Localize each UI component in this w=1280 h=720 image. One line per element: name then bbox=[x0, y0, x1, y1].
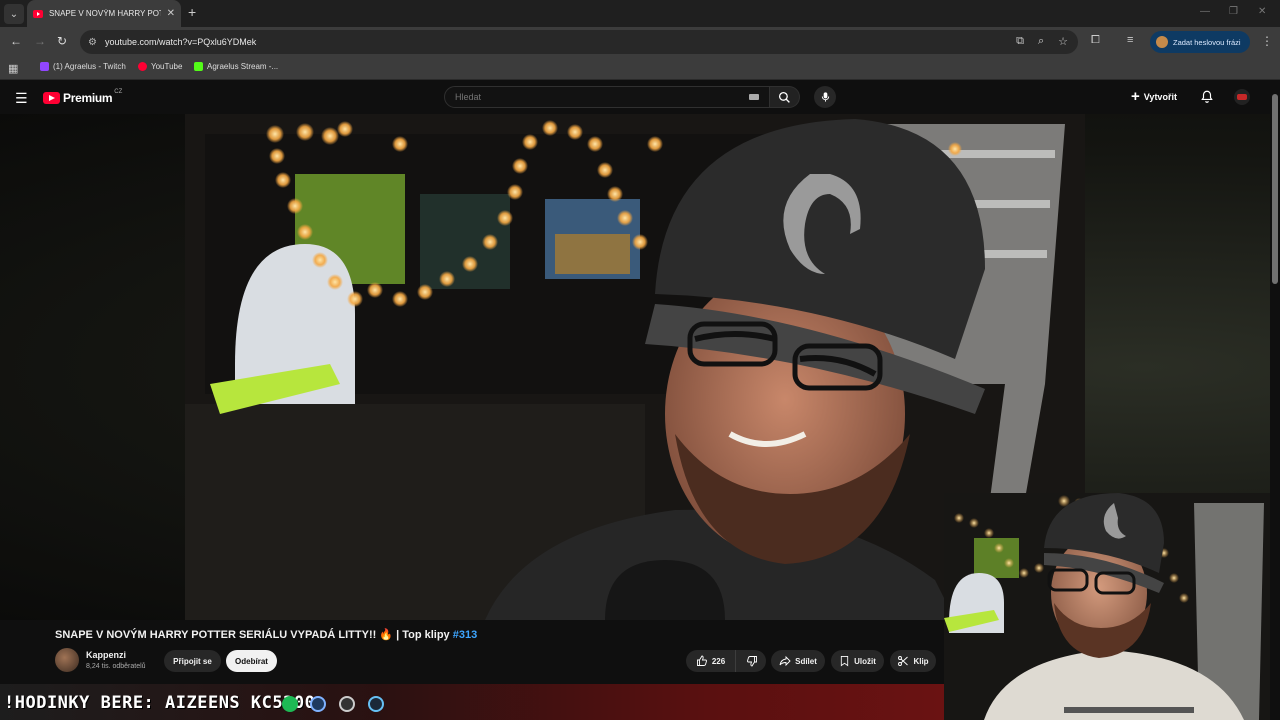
discord-icon bbox=[339, 696, 355, 712]
browser-toolbar: ← → ↻ ⚙ youtube.com/watch?v=PQxlu6YDMek … bbox=[0, 27, 1280, 57]
steam-icon bbox=[368, 696, 384, 712]
thumbs-up-icon bbox=[696, 655, 707, 666]
hamburger-menu-icon[interactable]: ☰ bbox=[15, 90, 28, 107]
apps-grid-icon[interactable]: ▦ bbox=[8, 62, 18, 75]
share-icon bbox=[779, 655, 791, 667]
reading-list-icon[interactable]: ≡ bbox=[1127, 34, 1133, 46]
thumbs-down-icon bbox=[746, 656, 757, 667]
youtube-logo-icon bbox=[43, 92, 60, 104]
like-count: 226 bbox=[711, 656, 726, 666]
youtube-logo[interactable]: Premium CZ bbox=[43, 89, 123, 105]
video-hashtag-link[interactable]: #313 bbox=[453, 629, 477, 641]
like-dislike-group: 226 bbox=[686, 650, 766, 672]
search-button[interactable] bbox=[770, 86, 800, 108]
webcam-image bbox=[944, 493, 1270, 720]
profile-avatar-icon bbox=[1156, 36, 1168, 48]
channel-avatar[interactable] bbox=[55, 648, 79, 672]
channel-subscriber-count: 8,24 tis. odběratelů bbox=[86, 663, 146, 670]
notifications-button[interactable] bbox=[1200, 89, 1214, 109]
channel-name[interactable]: Kappenzi bbox=[86, 650, 126, 660]
browser-tabstrip: ⌄ SNAPE V NOVÝM HARRY POTTER SERIÁLU VYP… bbox=[0, 0, 1280, 27]
site-info-icon[interactable]: ⚙ bbox=[88, 37, 97, 48]
profile-chip[interactable]: Zadat heslovou frázi bbox=[1150, 31, 1250, 53]
download-app-icon bbox=[310, 696, 326, 712]
url-text: youtube.com/watch?v=PQxlu6YDMek bbox=[104, 37, 257, 47]
scissors-icon bbox=[898, 656, 909, 666]
video-title-text: SNAPE V NOVÝM HARRY POTTER SERIÁLU VYPAD… bbox=[55, 629, 453, 641]
create-button[interactable]: + Vytvořit bbox=[1131, 89, 1177, 104]
bookmark-youtube[interactable]: YouTube bbox=[138, 62, 182, 71]
new-tab-button[interactable]: + bbox=[188, 4, 196, 20]
bookmark-kick[interactable]: Agraelus Stream -... bbox=[194, 62, 278, 71]
clip-button[interactable]: Klip bbox=[890, 650, 936, 672]
extensions-icon[interactable]: ⧠ bbox=[1091, 34, 1100, 47]
install-app-icon[interactable]: ⧉ bbox=[1016, 35, 1024, 48]
page-scrollbar[interactable] bbox=[1270, 80, 1280, 720]
plus-icon: + bbox=[1131, 88, 1140, 105]
share-button[interactable]: Sdílet bbox=[771, 650, 825, 672]
streamer-webcam bbox=[944, 493, 1270, 720]
dislike-button[interactable] bbox=[737, 650, 766, 672]
search-box bbox=[444, 86, 770, 108]
search-input[interactable] bbox=[455, 92, 735, 102]
youtube-icon bbox=[138, 62, 147, 71]
bookmark-icon bbox=[840, 656, 849, 667]
like-button[interactable]: 226 bbox=[686, 650, 736, 672]
minimize-icon[interactable]: — bbox=[1200, 6, 1210, 17]
clip-label: Klip bbox=[913, 656, 929, 666]
microphone-icon bbox=[821, 92, 829, 102]
zoom-icon[interactable]: ⌕ bbox=[1038, 35, 1044, 48]
bookmarks-bar: ▦ (1) Agraelus - Twitch YouTube Agraelus… bbox=[0, 57, 1280, 80]
account-avatar[interactable] bbox=[1234, 89, 1250, 105]
youtube-favicon-icon bbox=[33, 9, 43, 18]
save-label: Uložit bbox=[854, 656, 876, 666]
browser-tab-active[interactable]: SNAPE V NOVÝM HARRY POTTER SERIÁLU VYPAD… bbox=[27, 0, 181, 27]
bookmark-twitch[interactable]: (1) Agraelus - Twitch bbox=[40, 62, 126, 71]
kick-icon bbox=[194, 62, 203, 71]
spotify-icon bbox=[282, 696, 298, 712]
save-button[interactable]: Uložit bbox=[831, 650, 884, 672]
close-window-icon[interactable]: ✕ bbox=[1258, 6, 1266, 17]
search-icon bbox=[778, 91, 790, 103]
logo-text: Premium bbox=[63, 91, 113, 105]
share-label: Sdílet bbox=[795, 656, 817, 666]
forward-arrow-icon[interactable]: → bbox=[34, 34, 46, 48]
voice-search-button[interactable] bbox=[814, 86, 836, 108]
stream-ticker-text: !HODINKY BERE: AIZEENS KC5200 bbox=[4, 693, 316, 713]
bookmark-label: Agraelus Stream -... bbox=[207, 62, 279, 71]
tab-search-icon[interactable]: ⌄ bbox=[4, 4, 24, 24]
join-button[interactable]: Připojit se bbox=[164, 650, 221, 672]
twitch-icon bbox=[40, 62, 49, 71]
scrollbar-thumb[interactable] bbox=[1272, 94, 1278, 284]
video-title: SNAPE V NOVÝM HARRY POTTER SERIÁLU VYPAD… bbox=[55, 628, 477, 641]
back-arrow-icon[interactable]: ← bbox=[10, 34, 22, 48]
tab-title: SNAPE V NOVÝM HARRY POTTER SERIÁLU VYPAD… bbox=[48, 9, 161, 18]
logo-region: CZ bbox=[114, 89, 123, 95]
avatar-image bbox=[1237, 94, 1247, 100]
address-bar[interactable]: ⚙ youtube.com/watch?v=PQxlu6YDMek ⧉ ⌕ ☆ bbox=[80, 30, 1078, 54]
bookmark-label: (1) Agraelus - Twitch bbox=[53, 62, 126, 71]
tab-close-icon[interactable]: ✕ bbox=[167, 8, 175, 19]
profile-label: Zadat heslovou frázi bbox=[1173, 37, 1241, 47]
keyboard-icon[interactable] bbox=[749, 94, 759, 100]
youtube-header: ☰ Premium CZ + Vytvořit bbox=[0, 80, 1280, 114]
bookmark-label: YouTube bbox=[151, 62, 183, 71]
browser-menu-icon[interactable]: ⋮ bbox=[1261, 34, 1273, 48]
subscribe-button[interactable]: Odebírat bbox=[226, 650, 277, 672]
reload-icon[interactable]: ↻ bbox=[57, 34, 67, 48]
bookmark-star-icon[interactable]: ☆ bbox=[1058, 35, 1068, 48]
create-label: Vytvořit bbox=[1143, 91, 1177, 102]
bell-icon bbox=[1201, 90, 1213, 103]
maximize-icon[interactable]: ❐ bbox=[1229, 6, 1238, 17]
